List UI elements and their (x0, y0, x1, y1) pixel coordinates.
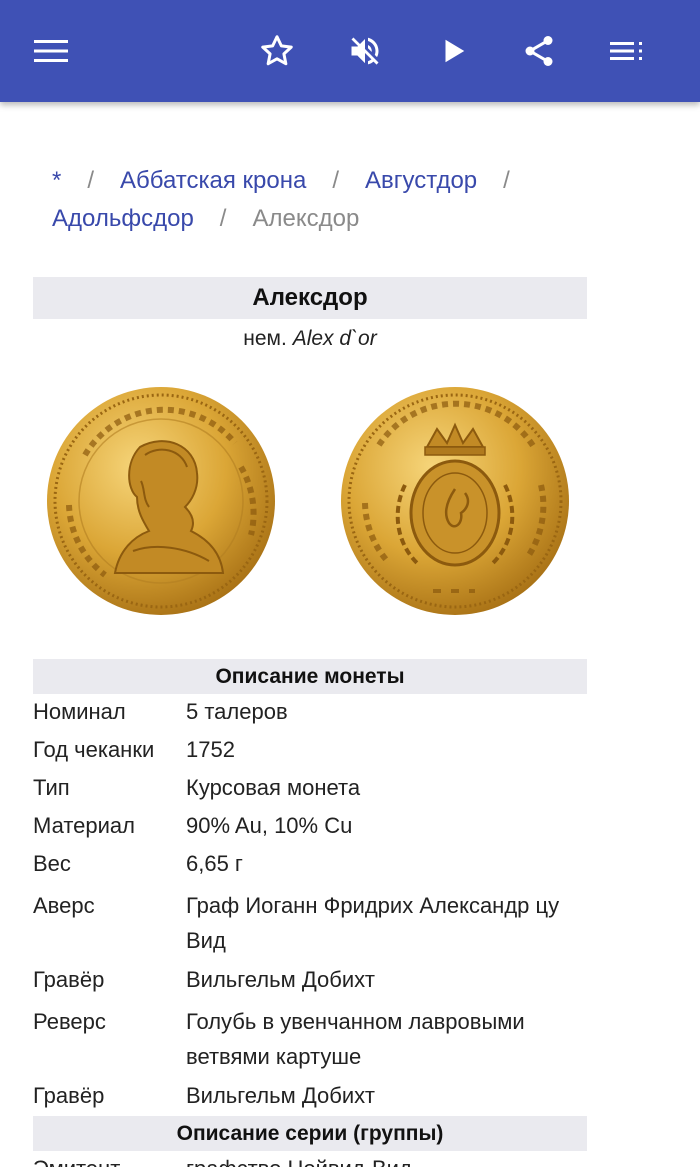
share-icon (521, 33, 557, 69)
row-label: Вес (33, 851, 71, 876)
breadcrumb-line-2: Адольфсдор / Алексдор (52, 200, 652, 238)
infobox-row: Номинал 5 талеров (33, 694, 587, 732)
breadcrumb-separator: / (219, 205, 227, 232)
infobox-row: Год чеканки 1752 (33, 732, 587, 770)
row-label: Гравёр (33, 967, 105, 992)
star-icon (259, 33, 295, 69)
breadcrumb-item-abbey-crown[interactable]: Аббатская крона (120, 167, 306, 194)
infobox-row: Тип Курсовая монета (33, 770, 587, 808)
infobox-row: Аверс Граф Иоганн Фридрих Александр цу В… (33, 884, 587, 962)
coin-description-header: Описание монеты (33, 659, 587, 694)
breadcrumb-current: Алексдор (252, 205, 360, 232)
row-label: Материал (33, 813, 135, 838)
row-label: Реверс (33, 1009, 106, 1034)
subtitle-language: нем. (243, 327, 287, 350)
app-bar (0, 0, 700, 102)
row-label: Номинал (33, 699, 126, 724)
row-label: Эмитент (33, 1151, 186, 1167)
breadcrumb-separator: / (503, 167, 510, 194)
subtitle-original-name: Alex d`or (292, 327, 377, 350)
row-value: 1752 (186, 737, 235, 762)
infobox-row: Вес 6,65 г (33, 846, 587, 884)
row-label: Год чеканки (33, 737, 155, 762)
contents-button[interactable] (595, 19, 659, 83)
breadcrumb-line-1: * / Аббатская крона / Августдор / (52, 162, 652, 200)
row-value: Вильгельм Добихт (186, 1083, 375, 1108)
breadcrumb-item-adolfsdor[interactable]: Адольфсдор (52, 205, 194, 232)
row-label: Тип (33, 775, 70, 800)
menu-button[interactable] (19, 19, 83, 83)
share-button[interactable] (507, 19, 571, 83)
play-button[interactable] (421, 19, 485, 83)
infobox-row: Материал 90% Au, 10% Cu (33, 808, 587, 846)
row-value: 5 талеров (186, 699, 288, 724)
volume-off-icon (347, 33, 383, 69)
breadcrumb: * / Аббатская крона / Августдор / Адольфсдор /… (52, 162, 652, 238)
row-value: графство Нойвид-Вид (186, 1151, 587, 1167)
row-label: Аверс (33, 893, 95, 918)
row-label: Гравёр (33, 1083, 105, 1108)
infobox-row: Реверс Голубь в увенчанном лавровыми вет… (33, 1000, 587, 1078)
row-value: Вильгельм Добихт (186, 967, 375, 992)
infobox-title: Алексдор (33, 277, 587, 319)
row-value: Курсовая монета (186, 775, 361, 800)
infobox-row: Гравёр Вильгельм Добихт (33, 1078, 587, 1116)
breadcrumb-item-augustdor[interactable]: Августдор (365, 167, 477, 194)
favorite-button[interactable] (245, 19, 309, 83)
row-value: 90% Au, 10% Cu (186, 813, 353, 838)
playlist-icon (610, 39, 644, 63)
coin-obverse-image (45, 385, 277, 622)
row-value: Голубь в увенчанном лавровыми ветвями ка… (186, 1009, 525, 1069)
infobox-row: Гравёр Вильгельм Добихт (33, 962, 587, 1000)
coin-infobox: Алексдор нем. Alex d`or Описание монеты … (33, 277, 587, 1167)
coin-images (33, 359, 587, 659)
row-value: 6,65 г (186, 851, 243, 876)
series-description-header: Описание серии (группы) (33, 1116, 587, 1151)
play-icon (438, 36, 468, 66)
breadcrumb-separator: / (332, 167, 340, 194)
breadcrumb-item-root[interactable]: * (52, 167, 61, 194)
infobox-row: Эмитент графство Нойвид-Вид (33, 1151, 587, 1167)
breadcrumb-separator: / (87, 167, 95, 194)
infobox-subtitle: нем. Alex d`or (33, 319, 587, 359)
row-value: Граф Иоганн Фридрих Александр цу Вид (186, 893, 560, 953)
menu-icon (34, 39, 68, 63)
coin-reverse-image (339, 385, 571, 622)
mute-button[interactable] (333, 19, 397, 83)
